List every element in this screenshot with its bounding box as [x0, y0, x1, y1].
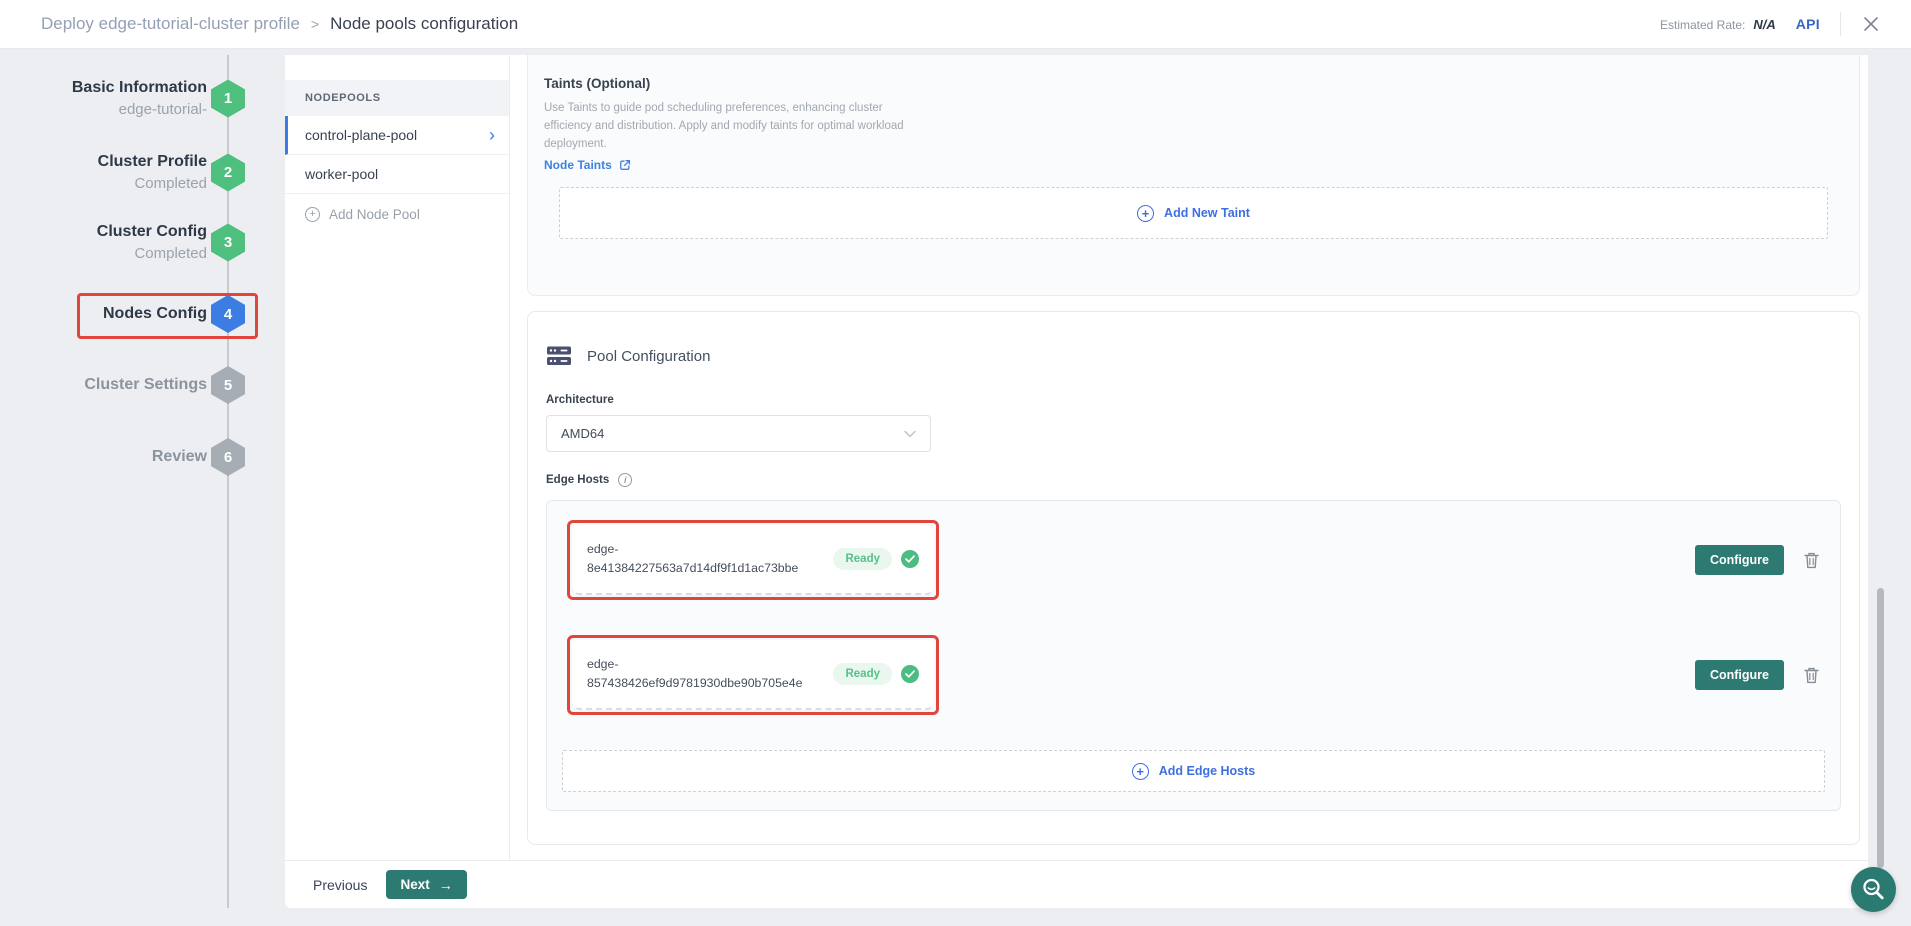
estimated-rate-label: Estimated Rate:: [1660, 18, 1745, 32]
taints-description: Use Taints to guide pod scheduling prefe…: [544, 100, 929, 153]
step-label: Nodes Config: [0, 303, 207, 325]
status-badge: Ready: [833, 663, 892, 685]
previous-button[interactable]: Previous: [313, 877, 367, 893]
breadcrumb: Deploy edge-tutorial-cluster profile > N…: [41, 14, 518, 34]
wizard-stepper: Basic Information edge-tutorial- 1 Clust…: [0, 0, 285, 926]
info-icon[interactable]: i: [618, 473, 632, 487]
close-icon[interactable]: [1861, 14, 1881, 34]
edge-host-row: edge- 857438426ef9d9781930dbe90b705e4e R…: [567, 635, 1820, 715]
edge-host-name: edge- 8e41384227563a7d14df9f1d1ac73bbe: [587, 540, 798, 578]
configure-button[interactable]: Configure: [1695, 660, 1784, 690]
check-circle-icon: [901, 550, 919, 568]
edge-host-name: edge- 857438426ef9d9781930dbe90b705e4e: [587, 655, 802, 693]
step-number-badge: 6: [211, 438, 245, 476]
nodepool-item-worker-pool[interactable]: worker-pool: [285, 155, 509, 194]
step-sublabel: Completed: [0, 243, 207, 264]
api-button[interactable]: API: [1796, 16, 1820, 32]
next-button-label: Next: [400, 877, 429, 892]
chevron-down-icon: [904, 430, 916, 438]
step-label: Cluster Config: [0, 221, 207, 243]
nodepool-label: worker-pool: [305, 166, 378, 182]
annotation-box-edge-host-1: edge- 8e41384227563a7d14df9f1d1ac73bbe R…: [567, 520, 939, 600]
edge-host-card: edge- 857438426ef9d9781930dbe90b705e4e R…: [572, 640, 934, 710]
arrow-right-icon: →: [439, 877, 453, 893]
architecture-label: Architecture: [546, 394, 1841, 406]
add-node-pool-button[interactable]: + Add Node Pool: [285, 207, 509, 222]
nodepool-label: control-plane-pool: [305, 127, 417, 143]
step-number-badge: 3: [211, 224, 245, 262]
pool-configuration-title: Pool Configuration: [587, 348, 710, 365]
estimated-rate-value: N/A: [1753, 17, 1775, 32]
step-label: Basic Information: [0, 77, 207, 99]
status-badge: Ready: [833, 548, 892, 570]
edge-hosts-label-row: Edge Hosts i: [546, 473, 1841, 487]
step-review[interactable]: Review 6: [0, 446, 207, 468]
configure-button[interactable]: Configure: [1695, 545, 1784, 575]
edge-host-card: edge- 8e41384227563a7d14df9f1d1ac73bbe R…: [572, 525, 934, 595]
app-root: Deploy edge-tutorial-cluster profile > N…: [0, 0, 1911, 926]
step-cluster-settings[interactable]: Cluster Settings 5: [0, 374, 207, 396]
add-edge-hosts-label: Add Edge Hosts: [1159, 764, 1256, 778]
node-taints-link[interactable]: Node Taints: [544, 158, 1843, 172]
trash-icon[interactable]: [1803, 551, 1820, 569]
help-chat-button[interactable]: [1851, 867, 1896, 912]
edge-hosts-container: edge- 8e41384227563a7d14df9f1d1ac73bbe R…: [546, 500, 1841, 811]
nodepool-item-control-plane-pool[interactable]: control-plane-pool ›: [285, 116, 509, 155]
add-edge-hosts-button[interactable]: + Add Edge Hosts: [562, 750, 1825, 792]
step-cluster-config[interactable]: Cluster Config Completed 3: [0, 221, 207, 264]
pool-configuration-section: Pool Configuration Architecture AMD64 Ed…: [527, 311, 1860, 845]
step-number-badge: 1: [211, 80, 245, 118]
plus-circle-icon: +: [305, 207, 320, 222]
external-link-icon: [619, 159, 631, 171]
pool-configuration-header: Pool Configuration: [546, 345, 1841, 367]
wizard-header: Deploy edge-tutorial-cluster profile > N…: [0, 0, 1911, 49]
step-sublabel: Completed: [0, 173, 207, 194]
step-label: Review: [0, 446, 207, 468]
node-taints-link-label: Node Taints: [544, 158, 612, 172]
trash-icon[interactable]: [1803, 666, 1820, 684]
chevron-right-icon: ›: [489, 116, 495, 155]
node-pools-panel: NODEPOOLS control-plane-pool › worker-po…: [285, 55, 1868, 908]
breadcrumb-separator-icon: >: [311, 16, 319, 32]
estimated-rate: Estimated Rate: N/A: [1660, 17, 1776, 32]
server-stack-icon: [546, 345, 572, 367]
step-number-badge: 5: [211, 366, 245, 404]
breadcrumb-current-page: Node pools configuration: [330, 14, 518, 34]
architecture-selected-value: AMD64: [561, 426, 604, 441]
wizard-footer: Previous Next →: [285, 860, 1868, 908]
plus-circle-icon: +: [1132, 763, 1149, 780]
step-cluster-profile[interactable]: Cluster Profile Completed 2: [0, 151, 207, 194]
step-label: Cluster Profile: [0, 151, 207, 173]
annotation-box-edge-host-2: edge- 857438426ef9d9781930dbe90b705e4e R…: [567, 635, 939, 715]
magnifier-smile-icon: [1860, 876, 1887, 903]
edge-host-status: Ready: [833, 548, 919, 570]
header-actions: Estimated Rate: N/A API: [1660, 12, 1881, 36]
step-nodes-config[interactable]: Nodes Config 4: [0, 303, 207, 325]
nodepools-header: NODEPOOLS: [285, 80, 509, 116]
pool-config-content: Taints (Optional) Use Taints to guide po…: [510, 55, 1868, 860]
edge-host-row: edge- 8e41384227563a7d14df9f1d1ac73bbe R…: [567, 520, 1820, 600]
step-label: Cluster Settings: [0, 374, 207, 396]
next-button[interactable]: Next →: [386, 870, 466, 899]
add-new-taint-label: Add New Taint: [1164, 206, 1250, 220]
edge-hosts-label: Edge Hosts: [546, 474, 609, 486]
taints-title: Taints (Optional): [544, 76, 1843, 91]
step-number-badge: 2: [211, 154, 245, 192]
check-circle-icon: [901, 665, 919, 683]
architecture-select[interactable]: AMD64: [546, 415, 931, 452]
add-node-pool-label: Add Node Pool: [329, 207, 420, 222]
add-new-taint-button[interactable]: + Add New Taint: [559, 187, 1828, 239]
step-basic-information[interactable]: Basic Information edge-tutorial- 1: [0, 77, 207, 120]
breadcrumb-profile-name: Deploy edge-tutorial-cluster profile: [41, 14, 300, 34]
edge-host-status: Ready: [833, 663, 919, 685]
vertical-scrollbar-thumb[interactable]: [1877, 588, 1884, 868]
plus-circle-icon: +: [1137, 205, 1154, 222]
header-divider: [1840, 12, 1841, 36]
nodepools-sidebar: NODEPOOLS control-plane-pool › worker-po…: [285, 55, 510, 860]
step-sublabel: edge-tutorial-: [0, 99, 207, 120]
step-number-badge: 4: [211, 295, 245, 333]
taints-section: Taints (Optional) Use Taints to guide po…: [527, 55, 1860, 296]
